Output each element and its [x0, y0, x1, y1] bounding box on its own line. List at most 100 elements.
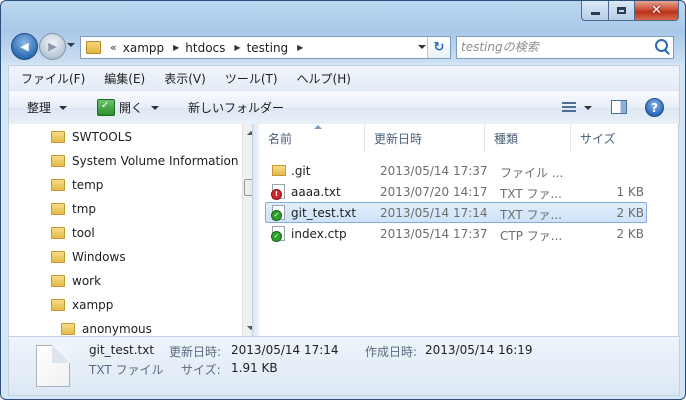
breadcrumb-xampp[interactable]: xampp	[123, 41, 164, 55]
file-name: index.ctp	[291, 227, 347, 241]
breadcrumb-separator-icon[interactable]: ▶	[297, 43, 303, 52]
minimize-icon	[590, 12, 600, 15]
tree-item-anonymous[interactable]: anonymous	[61, 318, 152, 336]
tree-item-work[interactable]: work	[51, 270, 101, 292]
file-date: 2013/05/14 17:37	[380, 164, 488, 178]
new-folder-button[interactable]: 新しいフォルダー	[188, 99, 284, 116]
chevron-down-icon	[59, 105, 68, 110]
file-name: aaaa.txt	[291, 185, 341, 199]
address-overflow-chevron[interactable]: «	[110, 41, 117, 54]
column-header-type[interactable]: 種類	[485, 124, 571, 153]
maximize-icon	[617, 7, 626, 14]
folder-icon	[51, 131, 65, 143]
tree-item-label: SWTOOLS	[72, 130, 133, 144]
details-size-label: サイズ:	[181, 363, 221, 377]
file-row-index-ctp[interactable]: ✓ index.ctp 2013/05/14 17:37 CTP ファ... 2…	[265, 223, 647, 244]
file-size: 2 KB	[616, 227, 644, 241]
file-name: git_test.txt	[291, 206, 357, 220]
menu-edit[interactable]: 編集(E)	[92, 70, 152, 87]
details-filename: git_test.txt	[89, 343, 155, 357]
folder-icon	[51, 203, 65, 215]
details-created-value: 2013/05/14 16:19	[425, 343, 533, 357]
file-date: 2013/07/20 14:17	[380, 185, 488, 199]
breadcrumb-separator-icon[interactable]: ▶	[234, 43, 240, 52]
tree-item-xampp[interactable]: xampp	[51, 294, 113, 316]
column-header-size[interactable]: サイズ	[571, 124, 647, 153]
forward-arrow-icon: ▶	[48, 40, 57, 53]
change-view-icon[interactable]	[562, 102, 576, 113]
view-options-dropdown[interactable]	[584, 106, 592, 110]
file-type: ファイル ...	[500, 166, 564, 180]
minimize-button[interactable]	[581, 1, 609, 21]
conflict-badge-icon: !	[271, 189, 282, 200]
address-history-dropdown[interactable]	[418, 45, 426, 49]
breadcrumb-testing[interactable]: testing	[247, 41, 289, 55]
caption-buttons: ✕	[581, 1, 679, 21]
help-icon[interactable]: ?	[645, 98, 664, 117]
refresh-button[interactable]: ↻	[427, 37, 450, 58]
tree-item-swtools[interactable]: SWTOOLS	[51, 126, 132, 148]
ctp-file-ok-icon: ✓	[271, 226, 285, 242]
file-name: .git	[291, 164, 311, 178]
maximize-button[interactable]	[609, 1, 635, 21]
breadcrumb-htdocs[interactable]: htdocs	[185, 41, 225, 55]
search-icon[interactable]	[655, 39, 668, 52]
search-input[interactable]	[461, 38, 641, 55]
file-row-git[interactable]: .git 2013/05/14 17:37 ファイル ...	[265, 160, 647, 181]
breadcrumb-separator-icon[interactable]: ▶	[173, 43, 179, 52]
search-box[interactable]	[456, 36, 674, 59]
folder-open-icon	[51, 299, 65, 311]
tree-item-label: System Volume Information	[72, 154, 239, 168]
new-folder-label: 新しいフォルダー	[188, 101, 285, 115]
column-header-name[interactable]: 名前	[259, 124, 365, 153]
navigation-tree: SWTOOLS System Volume Information temp t…	[8, 124, 253, 336]
open-label: 開く	[119, 101, 144, 115]
text-file-conflict-icon: !	[271, 184, 285, 200]
file-row-aaaa[interactable]: ! aaaa.txt 2013/07/20 14:17 TXT ファ... 1 …	[265, 181, 647, 202]
file-row-git-test[interactable]: ✓ git_test.txt 2013/05/14 17:14 TXT ファ..…	[265, 202, 647, 223]
folder-icon	[51, 275, 65, 287]
menu-help[interactable]: ヘルプ(H)	[285, 70, 358, 87]
column-type-label: 種類	[494, 132, 519, 146]
file-type: TXT ファ...	[500, 208, 562, 222]
folder-icon	[51, 179, 65, 191]
open-button[interactable]: 開く	[97, 99, 160, 116]
folder-icon	[272, 165, 286, 176]
column-name-label: 名前	[268, 132, 293, 146]
command-bar: 整理 開く 新しいフォルダー ?	[8, 90, 680, 125]
organize-button[interactable]: 整理	[27, 99, 68, 116]
text-file-ok-icon: ✓	[271, 205, 285, 221]
menu-file[interactable]: ファイル(F)	[9, 70, 92, 87]
ok-badge-icon: ✓	[271, 231, 282, 242]
back-button[interactable]: ◀	[11, 33, 38, 60]
tree-item-temp[interactable]: temp	[51, 174, 103, 196]
file-type: CTP ファ...	[500, 229, 563, 243]
tree-item-label: xampp	[72, 298, 114, 312]
tree-item-windows[interactable]: Windows	[51, 246, 126, 268]
menu-view[interactable]: 表示(V)	[152, 70, 213, 87]
close-button[interactable]: ✕	[635, 1, 679, 21]
chevron-down-icon	[151, 105, 160, 110]
details-modified-value: 2013/05/14 17:14	[231, 343, 339, 357]
file-size: 2 KB	[616, 206, 644, 220]
menu-tools[interactable]: ツール(T)	[213, 70, 285, 87]
tree-item-system-volume-information[interactable]: System Volume Information	[51, 150, 238, 172]
open-with-icon	[97, 99, 116, 116]
column-size-label: サイズ	[580, 132, 616, 146]
address-bar[interactable]: « xampp ▶ htdocs ▶ testing ▶ ↻	[80, 36, 451, 59]
file-list: 名前 更新日時 種類 サイズ .git 2013/05/14 17:37 ファイ…	[259, 124, 679, 336]
details-pane: git_test.txt TXT ファイル 更新日時: 2013/05/14 1…	[8, 336, 680, 396]
tree-item-label: anonymous	[82, 322, 152, 336]
preview-pane-icon[interactable]	[611, 100, 627, 114]
tree-item-tool[interactable]: tool	[51, 222, 95, 244]
folder-icon	[51, 251, 65, 263]
tree-item-label: tmp	[72, 202, 97, 216]
refresh-icon: ↻	[433, 40, 445, 55]
tree-item-tmp[interactable]: tmp	[51, 198, 96, 220]
file-size: 1 KB	[616, 185, 644, 199]
column-header-date[interactable]: 更新日時	[365, 124, 485, 153]
recent-pages-dropdown[interactable]	[67, 43, 75, 47]
forward-button[interactable]: ▶	[39, 33, 66, 60]
tree-item-label: work	[72, 274, 102, 288]
close-icon: ✕	[651, 3, 662, 18]
